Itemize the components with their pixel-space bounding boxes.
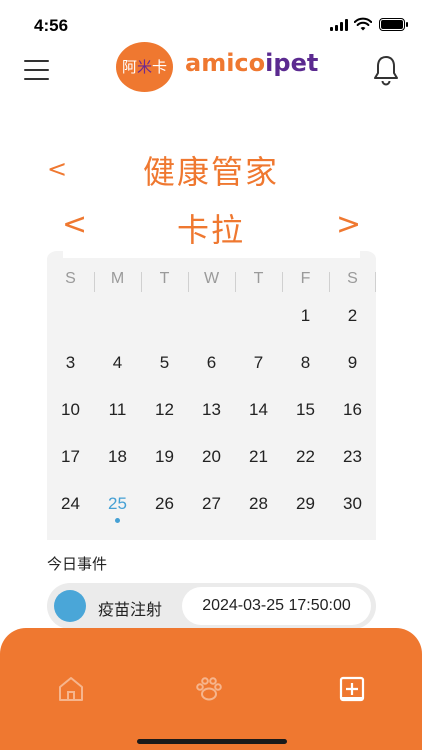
logo-badge-char-2: 米: [136, 58, 152, 76]
weekday-divider: [375, 272, 376, 292]
calendar-day[interactable]: 18: [94, 442, 141, 472]
event-name: 疫苗注射: [98, 600, 163, 619]
bell-icon[interactable]: [372, 54, 400, 86]
calendar-day[interactable]: 8: [282, 348, 329, 378]
hamburger-menu-icon: [24, 60, 49, 62]
calendar-day[interactable]: 1: [282, 301, 329, 331]
today-indicator-dot: [115, 518, 120, 523]
calendar-day[interactable]: 10: [47, 395, 94, 425]
calendar-day[interactable]: 2: [329, 301, 376, 331]
calendar-day[interactable]: 23: [329, 442, 376, 472]
weekday-label: M: [110, 270, 125, 287]
calendar-day[interactable]: 19: [141, 442, 188, 472]
wifi-icon: [354, 17, 372, 31]
calendar-day[interactable]: 28: [235, 489, 282, 519]
logo-badge: 阿米卡: [116, 42, 173, 92]
logo-badge-char-1: 阿: [121, 58, 137, 76]
event-card[interactable]: 疫苗注射 2024-03-25 17:50:00: [47, 583, 376, 629]
weekday-label: T: [253, 270, 264, 287]
brand-logo-part-2: ipet: [265, 49, 319, 77]
calendar-day[interactable]: 16: [329, 395, 376, 425]
calendar-day[interactable]: 17: [47, 442, 94, 472]
weekday-label: W: [203, 270, 220, 287]
calendar-day[interactable]: 27: [188, 489, 235, 519]
calendar-day[interactable]: 5: [141, 348, 188, 378]
add-square-icon[interactable]: [337, 674, 367, 704]
calendar-day[interactable]: 3: [47, 348, 94, 378]
home-icon[interactable]: [56, 674, 86, 704]
paw-icon[interactable]: [194, 674, 224, 704]
weekday-label: S: [347, 270, 358, 287]
calendar-day[interactable]: 14: [235, 395, 282, 425]
menu-button[interactable]: [24, 58, 50, 82]
calendar-day[interactable]: 12: [141, 395, 188, 425]
calendar-day[interactable]: 13: [188, 395, 235, 425]
page-title: 健康管家: [142, 153, 279, 191]
calendar-day[interactable]: 15: [282, 395, 329, 425]
calendar-day[interactable]: 6: [188, 348, 235, 378]
today-events-label: 今日事件: [47, 555, 108, 573]
event-time: 2024-03-25 17:50:00: [182, 587, 371, 625]
logo-badge-char-3: 卡: [152, 58, 168, 76]
weekday-divider: [329, 272, 330, 292]
weekday-label: S: [65, 270, 76, 287]
brand-logo: amicoipet: [185, 48, 318, 78]
calendar-day[interactable]: 9: [329, 348, 376, 378]
event-color-dot: [54, 590, 86, 622]
calendar-day[interactable]: 22: [282, 442, 329, 472]
weekday-label: F: [300, 270, 311, 287]
calendar-day[interactable]: 30: [329, 489, 376, 519]
status-bar: 4:56: [0, 0, 422, 50]
home-indicator: [137, 739, 287, 744]
status-time: 4:56: [34, 16, 69, 35]
cellular-signal-icon: [330, 19, 348, 31]
battery-icon: [379, 18, 408, 31]
weekday-divider: [235, 272, 236, 292]
brand-logo-part-1: amico: [185, 49, 266, 77]
weekday-divider: [94, 272, 95, 292]
calendar-day[interactable]: 24: [47, 489, 94, 519]
calendar-day[interactable]: 26: [141, 489, 188, 519]
weekday-divider: [188, 272, 189, 292]
pet-selector: < 卡拉 >: [0, 203, 422, 249]
next-pet-button[interactable]: >: [336, 207, 361, 242]
title-row: < 健康管家: [0, 145, 422, 193]
calendar-day[interactable]: 4: [94, 348, 141, 378]
bottom-tab-bar: [0, 628, 422, 750]
calendar-day[interactable]: 21: [235, 442, 282, 472]
calendar-day[interactable]: 11: [94, 395, 141, 425]
calendar-day[interactable]: 29: [282, 489, 329, 519]
calendar-day[interactable]: 20: [188, 442, 235, 472]
calendar-day-today[interactable]: 25: [94, 489, 141, 519]
calendar-day[interactable]: 7: [235, 348, 282, 378]
calendar: S M T W T F S 1 2 3 4 5 6 7 8 9 10 11 12 13 14 15 16 17 1…: [47, 258, 376, 540]
weekday-divider: [141, 272, 142, 292]
calendar-weekday-header: S M T W T F S: [47, 270, 376, 294]
weekday-divider: [282, 272, 283, 292]
weekday-label: T: [159, 270, 170, 287]
